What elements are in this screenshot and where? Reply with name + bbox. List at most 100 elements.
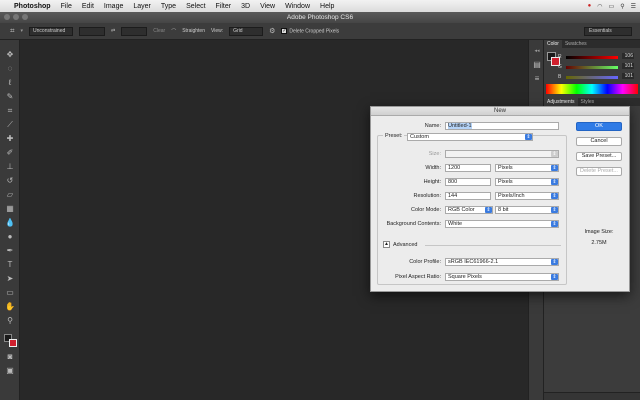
ratio-height-input[interactable] [121,26,148,36]
eraser-tool-icon[interactable]: ▱ [5,190,15,200]
swap-icon[interactable]: ⇄ [111,28,115,34]
window-controls [4,14,28,20]
preset-select[interactable]: Custom ⇕ [407,133,533,141]
pen-tool-icon[interactable]: ✒ [5,246,15,256]
menu-help[interactable]: Help [320,3,334,10]
ratio-select[interactable]: Unconstrained [29,26,74,36]
menu-file[interactable]: File [61,3,72,10]
list-icon[interactable]: ☰ [631,3,636,10]
background-color-swatch[interactable] [9,339,17,347]
crop-tool-icon[interactable]: ⌗ [5,106,15,116]
settings-gear-icon[interactable]: ⚙ [269,27,275,35]
green-slider-track[interactable] [566,66,618,69]
resolution-input[interactable]: 144 [445,192,491,200]
zoom-window-button[interactable] [22,14,28,20]
healing-brush-tool-icon[interactable]: ✚ [5,134,15,144]
history-brush-tool-icon[interactable]: ↺ [5,176,15,186]
color-spectrum-bar[interactable] [546,84,638,94]
tab-color[interactable]: Color [544,40,562,48]
screen-mode-icon[interactable]: ▣ [5,366,15,376]
pixel-aspect-ratio-select[interactable]: Square Pixels ⇕ [445,273,559,281]
marquee-tool-icon[interactable]: ◌ [5,64,15,74]
quick-selection-tool-icon[interactable]: ✎ [5,92,15,102]
color-mode-value: RGB Color [448,207,475,213]
blur-tool-icon[interactable]: 💧 [5,218,15,228]
notification-icon[interactable]: ● [588,3,592,9]
menu-select[interactable]: Select [186,3,205,10]
red-value[interactable]: 106 [622,53,634,59]
red-slider[interactable]: R 106 [558,53,638,60]
brush-tool-icon[interactable]: ✐ [5,148,15,158]
tab-styles[interactable]: Styles [578,98,598,106]
width-unit-select[interactable]: Pixels ⇕ [495,164,559,172]
blue-slider-track[interactable] [566,76,618,79]
dodge-tool-icon[interactable]: ● [5,232,15,242]
search-icon[interactable]: ⚲ [620,3,624,10]
delete-cropped-checkbox-group[interactable]: ✓ Delete Cropped Pixels [281,27,339,34]
name-input[interactable]: Untitled-1 [445,122,559,130]
history-panel-icon[interactable]: ▤ [532,60,542,70]
blue-slider[interactable]: B 101 [558,73,638,80]
advanced-label[interactable]: Advanced [393,241,417,249]
straighten-icon[interactable]: ⌒ [171,28,176,35]
menu-layer[interactable]: Layer [133,3,151,10]
workspace-switcher[interactable]: Essentials [584,27,632,36]
clear-button[interactable]: Clear [153,28,165,34]
close-window-button[interactable] [4,14,10,20]
view-select[interactable]: Grid [229,26,264,36]
properties-panel-icon[interactable]: ≡ [532,74,542,84]
width-input[interactable]: 1200 [445,164,491,172]
size-select[interactable]: ⇕ [445,150,559,158]
green-slider[interactable]: G 101 [558,63,638,70]
ok-button[interactable]: OK [576,122,622,131]
red-slider-track[interactable] [566,56,618,59]
clone-stamp-tool-icon[interactable]: ⊥ [5,162,15,172]
lasso-tool-icon[interactable]: ℓ [5,78,15,88]
advanced-disclosure-icon[interactable]: ▲ [383,241,390,248]
resolution-unit-select[interactable]: Pixels/Inch ⇕ [495,192,559,200]
tool-preset-arrow-icon[interactable]: ▾ [21,28,24,34]
save-preset-button[interactable]: Save Preset... [576,152,622,161]
wifi-icon[interactable]: ◠ [597,3,602,10]
blue-label: B [558,74,562,80]
bit-depth-select[interactable]: 8 bit ⇕ [495,206,559,214]
menu-filter[interactable]: Filter [216,3,232,10]
green-value[interactable]: 101 [622,63,634,69]
hand-tool-icon[interactable]: ✋ [5,302,15,312]
color-mode-select[interactable]: RGB Color ⇕ [445,206,493,214]
cancel-button[interactable]: Cancel [576,137,622,146]
chevron-updown-icon: ⇕ [551,259,558,265]
red-label: R [558,54,562,60]
menu-image[interactable]: Image [104,3,123,10]
dialog-title: New [371,107,629,116]
battery-icon[interactable]: ▭ [609,3,615,10]
menu-app-name[interactable]: Photoshop [14,3,51,10]
color-profile-select[interactable]: sRGB IEC61966-2.1 ⇕ [445,258,559,266]
quick-mask-icon[interactable]: ◙ [5,352,15,362]
background-contents-select[interactable]: White ⇕ [445,220,559,228]
gradient-tool-icon[interactable]: ▦ [5,204,15,214]
menu-edit[interactable]: Edit [82,3,94,10]
eyedropper-tool-icon[interactable]: ⟋ [5,120,15,130]
ratio-width-input[interactable] [79,26,106,36]
delete-cropped-checkbox[interactable]: ✓ [281,27,288,34]
blue-value[interactable]: 101 [622,73,634,79]
delete-preset-button[interactable]: Delete Preset... [576,167,622,176]
path-selection-tool-icon[interactable]: ➤ [5,274,15,284]
tab-swatches[interactable]: Swatches [562,40,590,48]
shape-tool-icon[interactable]: ▭ [5,288,15,298]
menu-view[interactable]: View [260,3,275,10]
menu-type[interactable]: Type [161,3,176,10]
minimize-window-button[interactable] [13,14,19,20]
straighten-label[interactable]: Straighten [182,28,205,34]
collapse-panels-icon[interactable]: ◂◂ [532,46,542,56]
move-tool-icon[interactable]: ✥ [5,50,15,60]
zoom-tool-icon[interactable]: ⚲ [5,316,15,326]
height-unit-select[interactable]: Pixels ⇕ [495,178,559,186]
crop-tool-icon[interactable]: ⌗ [10,26,15,36]
height-input[interactable]: 800 [445,178,491,186]
tab-adjustments[interactable]: Adjustments [544,98,578,106]
menu-3d[interactable]: 3D [241,3,250,10]
menu-window[interactable]: Window [285,3,310,10]
type-tool-icon[interactable]: T [5,260,15,270]
